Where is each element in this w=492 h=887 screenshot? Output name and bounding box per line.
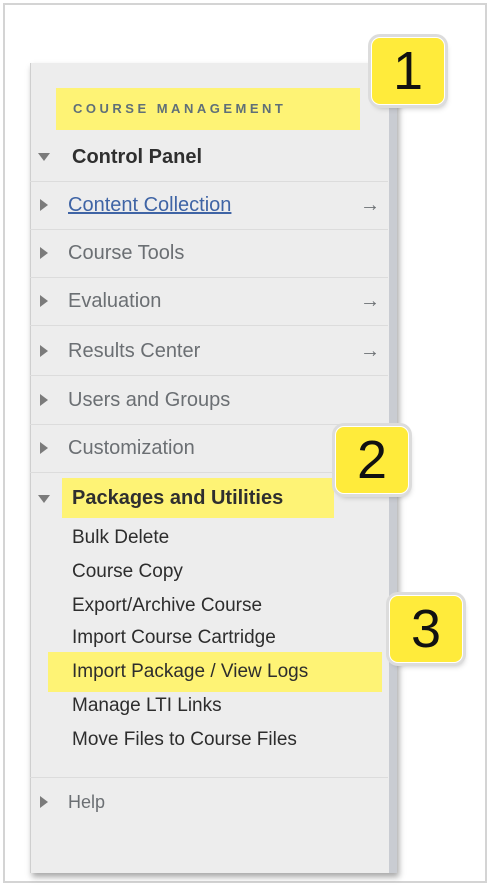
menu-item-export-archive-course[interactable]: Export/Archive Course xyxy=(72,595,262,617)
menu-item-move-files-to-course-files[interactable]: Move Files to Course Files xyxy=(72,729,297,751)
sidebar-item-label: Help xyxy=(68,791,106,812)
course-management-header: COURSE MANAGEMENT xyxy=(73,101,287,116)
menu-item-import-course-cartridge[interactable]: Import Course Cartridge xyxy=(72,627,276,649)
callout-badge-3: 3 xyxy=(390,596,462,662)
sidebar-item-label: Users and Groups xyxy=(68,388,231,411)
sidebar-item-users-and-groups[interactable]: Users and Groups xyxy=(30,376,388,425)
sidebar-item-packages-and-utilities[interactable]: Packages and Utilities xyxy=(30,474,388,523)
arrow-right-icon[interactable]: → xyxy=(360,290,380,313)
menu-item-bulk-delete[interactable]: Bulk Delete xyxy=(72,527,169,549)
chevron-right-icon xyxy=(40,394,48,406)
arrow-right-icon[interactable]: → xyxy=(360,340,380,363)
chevron-right-icon xyxy=(40,247,48,259)
menu-item-course-copy[interactable]: Course Copy xyxy=(72,561,183,583)
sidebar-item-label: Course Tools xyxy=(68,241,185,264)
sidebar-item-label: Packages and Utilities xyxy=(72,487,284,509)
sidebar-item-results-center[interactable]: Results Center → xyxy=(30,327,388,376)
callout-badge-1: 1 xyxy=(372,38,444,104)
menu-item-import-package-view-logs[interactable]: Import Package / View Logs xyxy=(72,661,308,683)
sidebar-item-label[interactable]: Content Collection xyxy=(68,194,231,217)
callout-badge-2: 2 xyxy=(336,427,408,493)
chevron-down-icon xyxy=(38,494,50,503)
sidebar-item-help[interactable]: Help xyxy=(30,777,388,826)
chevron-right-icon xyxy=(40,199,48,211)
menu-item-manage-lti-links[interactable]: Manage LTI Links xyxy=(72,695,222,717)
sidebar-item-label: Results Center xyxy=(68,339,201,362)
sidebar-item-content-collection[interactable]: Content Collection → xyxy=(30,181,388,230)
sidebar-item-control-panel[interactable]: Control Panel xyxy=(30,133,388,182)
chevron-down-icon xyxy=(38,153,50,161)
chevron-right-icon xyxy=(40,295,48,307)
sidebar-item-course-tools[interactable]: Course Tools xyxy=(30,229,388,278)
chevron-right-icon xyxy=(40,442,48,454)
arrow-right-icon[interactable]: → xyxy=(360,194,380,217)
sidebar-item-customization[interactable]: Customization xyxy=(30,424,388,473)
sidebar-item-label: Evaluation xyxy=(68,289,162,312)
sidebar-item-evaluation[interactable]: Evaluation → xyxy=(30,277,388,326)
sidebar-item-label: Customization xyxy=(68,436,195,459)
chevron-right-icon xyxy=(40,796,48,808)
chevron-right-icon xyxy=(40,345,48,357)
sidebar-item-label: Control Panel xyxy=(72,145,203,168)
